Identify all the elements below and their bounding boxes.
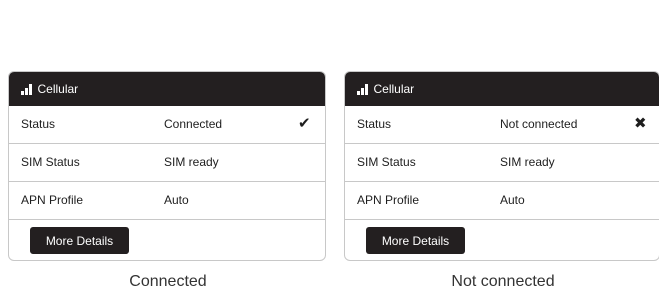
cellular-panel-connected: Cellular Status Connected ✔ SIM Status S… — [8, 71, 326, 261]
signal-bars-icon — [357, 83, 368, 95]
apn-profile-value: Auto — [164, 193, 189, 207]
signal-bars-icon — [21, 83, 32, 95]
apn-profile-value: Auto — [500, 193, 525, 207]
apn-profile-row: APN Profile Auto — [345, 182, 659, 220]
sim-status-row: SIM Status SIM ready — [345, 144, 659, 182]
panel-header: Cellular — [9, 72, 325, 106]
status-row: Status Not connected ✖ — [345, 106, 659, 144]
panel-title: Cellular — [373, 82, 415, 96]
status-label: Status — [21, 117, 56, 131]
status-row: Status Connected ✔ — [9, 106, 325, 144]
checkmark-icon: ✔ — [298, 115, 311, 132]
apn-profile-label: APN Profile — [21, 193, 84, 207]
sim-status-label: SIM Status — [21, 155, 80, 169]
status-value: Not connected — [500, 117, 578, 131]
sim-status-value: SIM ready — [500, 155, 555, 169]
panel-header: Cellular — [345, 72, 659, 106]
more-details-button[interactable]: More Details — [30, 227, 129, 254]
status-value: Connected — [164, 117, 223, 131]
caption-not-connected: Not connected — [451, 273, 555, 290]
apn-profile-row: APN Profile Auto — [9, 182, 325, 220]
apn-profile-label: APN Profile — [357, 193, 420, 207]
more-details-button[interactable]: More Details — [366, 227, 465, 254]
sim-status-value: SIM ready — [164, 155, 219, 169]
sim-status-label: SIM Status — [357, 155, 416, 169]
sim-status-row: SIM Status SIM ready — [9, 144, 325, 182]
caption-connected: Connected — [129, 273, 207, 290]
cross-icon: ✖ — [634, 115, 647, 132]
status-label: Status — [357, 117, 392, 131]
cellular-panel-not-connected: Cellular Status Not connected ✖ SIM Stat… — [344, 71, 659, 261]
panel-title: Cellular — [37, 82, 79, 96]
